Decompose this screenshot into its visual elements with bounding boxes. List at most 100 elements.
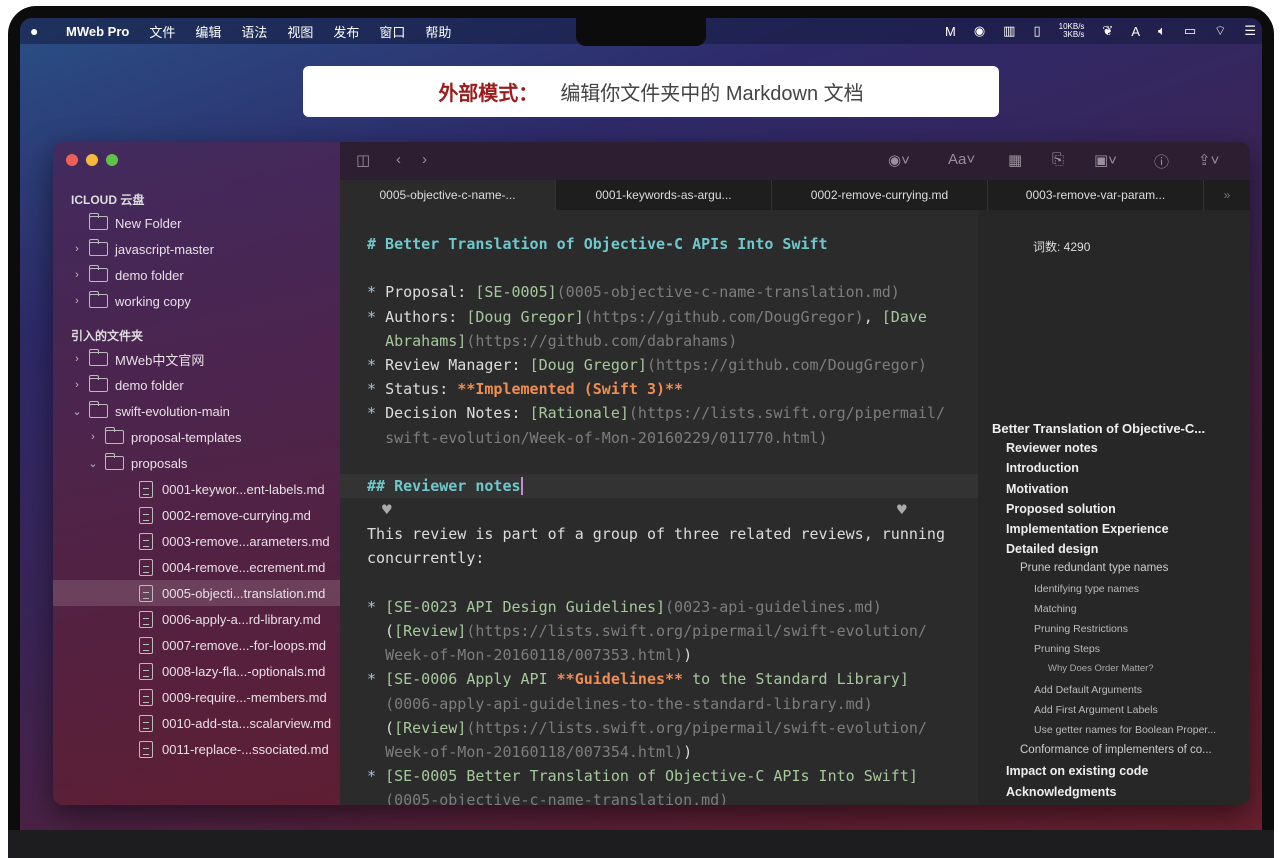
menu-syntax[interactable]: 语法	[241, 22, 267, 41]
sidebar-item[interactable]: ⌄ proposals	[53, 450, 340, 476]
chevron-icon[interactable]: ›	[87, 431, 99, 443]
volume-icon[interactable]: 🔈︎	[1158, 23, 1166, 39]
tabs-overflow-icon[interactable]: »	[1204, 180, 1250, 210]
file-item[interactable]: 0003-remove...arameters.md	[53, 528, 340, 554]
font-icon[interactable]: Aa˅	[948, 151, 975, 168]
sidebar-item[interactable]: New Folder	[53, 210, 340, 236]
text-segment: # Better Translation of Objective-C APIs…	[367, 235, 828, 253]
outline-item[interactable]: Introduction	[1006, 461, 1079, 475]
document-icon	[139, 610, 153, 628]
chevron-icon[interactable]: ›	[71, 295, 83, 307]
insert-file-icon[interactable]: ⎘	[1052, 151, 1064, 168]
wifi-icon[interactable]: ⌔	[1214, 23, 1226, 39]
outline-item[interactable]: Add Default Arguments	[1034, 684, 1142, 696]
menu-file[interactable]: 文件	[149, 22, 175, 41]
file-item[interactable]: 0008-lazy-fla...-optionals.md	[53, 658, 340, 684]
bird-icon[interactable]: ❦	[1102, 23, 1113, 39]
status-area: M ◉ ▥ ▯ 10KB/s 3KB/s ❦ A 🔈︎ ▭ ⌔ ☰	[945, 18, 1256, 44]
input-method-icon[interactable]: A	[1131, 24, 1140, 39]
outline-item[interactable]: Acknowledgments	[1006, 785, 1116, 799]
text-segment: **Implemented (Swift 3)**	[457, 380, 684, 399]
menu-help[interactable]: 帮助	[425, 22, 451, 41]
image-icon[interactable]: ▣˅	[1094, 151, 1117, 169]
preview-eye-icon[interactable]: ◉˅	[888, 151, 910, 169]
text-segment: *	[367, 283, 386, 302]
sidebar-item[interactable]: › working copy	[53, 288, 340, 314]
tab[interactable]: 0003-remove-var-param...	[988, 180, 1204, 210]
forward-icon[interactable]: ›	[422, 151, 427, 168]
outline-item[interactable]: Prune redundant type names	[1020, 562, 1168, 574]
outline-item[interactable]: Proposed solution	[1006, 502, 1116, 516]
file-item[interactable]: 0010-add-sta...scalarview.md	[53, 710, 340, 736]
outline-item[interactable]: Why Does Order Matter?	[1048, 663, 1154, 674]
text-segment: [Review]	[394, 622, 467, 640]
chevron-icon[interactable]: ›	[71, 353, 83, 365]
text-segment: (https://lists.swift.org/pipermail/	[628, 404, 945, 423]
outline-item[interactable]: Motivation	[1006, 482, 1069, 496]
outline-item[interactable]: Impact on existing code	[1006, 764, 1148, 778]
battery-icon[interactable]: ▭	[1184, 23, 1196, 39]
clipboard-icon[interactable]: ▯	[1033, 23, 1040, 39]
sidebar-item[interactable]: › javascript-master	[53, 236, 340, 262]
text-segment: Week-of-Mon-20160118/007354.html)	[385, 742, 684, 761]
file-item[interactable]: 0011-replace-...ssociated.md	[53, 736, 340, 762]
outline-item[interactable]: Identifying type names	[1034, 583, 1139, 595]
menu-window[interactable]: 窗口	[379, 22, 405, 41]
file-item[interactable]: 0005-objecti...translation.md	[53, 580, 340, 606]
chevron-icon[interactable]: ›	[71, 269, 83, 281]
table-icon[interactable]: ▦	[1008, 151, 1022, 169]
menu-edit[interactable]: 编辑	[195, 22, 221, 41]
tab[interactable]: 0005-objective-c-name-...	[340, 180, 556, 210]
gmail-icon[interactable]: M	[945, 24, 956, 39]
menu-view[interactable]: 视图	[287, 22, 313, 41]
document-icon	[139, 636, 153, 654]
tab[interactable]: 0001-keywords-as-argu...	[556, 180, 772, 210]
back-icon[interactable]: ‹	[396, 151, 401, 168]
outline-item[interactable]: Add First Argument Labels	[1034, 704, 1158, 716]
sidebar-toggle-icon[interactable]: ◫	[356, 151, 370, 169]
outline-item[interactable]: Implementation Experience	[1006, 522, 1169, 536]
zoom-button[interactable]	[106, 154, 118, 166]
editor-line: concurrently:	[367, 546, 978, 570]
close-button[interactable]	[66, 154, 78, 166]
sidebar-item[interactable]: › demo folder	[53, 372, 340, 398]
menu-app-name[interactable]: MWeb Pro	[66, 24, 129, 39]
outline-item[interactable]: Better Translation of Objective-C...	[992, 421, 1205, 436]
outline-item[interactable]: Pruning Restrictions	[1034, 623, 1128, 635]
download-speed: 3KB/s	[1063, 30, 1085, 39]
folder-icon	[89, 265, 108, 282]
outline-item[interactable]: Conformance of implementers of co...	[1020, 744, 1212, 756]
text-segment	[367, 332, 385, 350]
document-icon	[139, 662, 153, 680]
file-item[interactable]: 0006-apply-a...rd-library.md	[53, 606, 340, 632]
chevron-icon[interactable]: ⌄	[87, 457, 99, 470]
file-item[interactable]: 0004-remove...ecrement.md	[53, 554, 340, 580]
outline-item[interactable]: Detailed design	[1006, 542, 1098, 556]
outline-item[interactable]: Matching	[1034, 603, 1077, 615]
tab[interactable]: 0002-remove-currying.md	[772, 180, 988, 210]
outline-item[interactable]: Use getter names for Boolean Proper...	[1034, 724, 1216, 736]
sidebar-item[interactable]: › MWeb中文官网	[53, 346, 340, 372]
control-center-icon[interactable]: ☰	[1244, 23, 1256, 39]
info-icon[interactable]: ⓘ	[1154, 151, 1169, 172]
sidebar-item[interactable]: › demo folder	[53, 262, 340, 288]
apple-icon[interactable]: ●	[30, 23, 44, 39]
chevron-icon[interactable]: ›	[71, 243, 83, 255]
share-icon[interactable]: ⇪˅	[1198, 151, 1219, 169]
markdown-editor[interactable]: ♥ ♥ # Better Translation of Objective-C …	[340, 210, 978, 805]
menu-publish[interactable]: 发布	[333, 22, 359, 41]
chevron-icon[interactable]: ⌄	[71, 405, 83, 418]
file-item[interactable]: 0007-remove...-for-loops.md	[53, 632, 340, 658]
wechat-icon[interactable]: ◉	[974, 23, 985, 39]
file-item[interactable]: 0009-require...-members.md	[53, 684, 340, 710]
sidebar-item[interactable]: › proposal-templates	[53, 424, 340, 450]
outline-item[interactable]: Pruning Steps	[1034, 643, 1100, 655]
file-item[interactable]: 0001-keywor...ent-labels.md	[53, 476, 340, 502]
text-segment: Status:	[385, 380, 458, 399]
layout-icon[interactable]: ▥	[1003, 23, 1015, 39]
chevron-icon[interactable]: ›	[71, 379, 83, 391]
minimize-button[interactable]	[86, 154, 98, 166]
file-item[interactable]: 0002-remove-currying.md	[53, 502, 340, 528]
outline-item[interactable]: Reviewer notes	[1006, 441, 1098, 455]
sidebar-item[interactable]: ⌄ swift-evolution-main	[53, 398, 340, 424]
